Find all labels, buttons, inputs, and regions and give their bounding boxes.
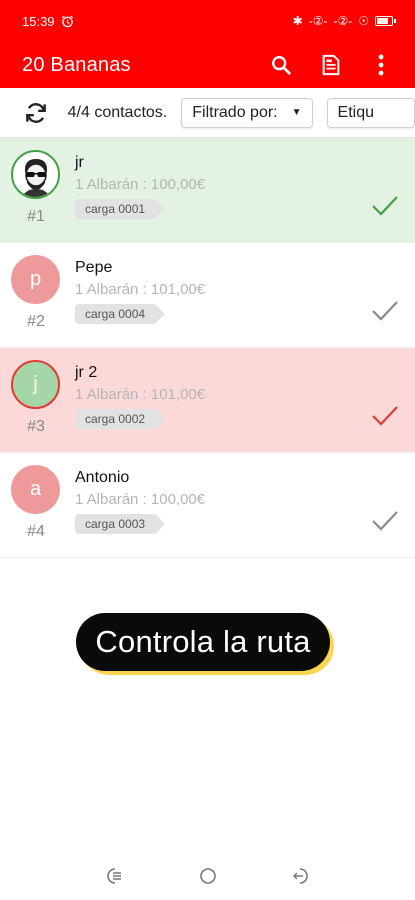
- contact-summary: 1 Albarán : 100,00€: [75, 491, 206, 508]
- stop-number: #2: [27, 313, 45, 330]
- contact-row[interactable]: j #3 jr 2 1 Albarán : 101,00€ carga 0002: [0, 348, 415, 453]
- app-title: 20 Bananas: [22, 53, 131, 76]
- app-bar: 15:39 ✱ -②- -②- ☉ 20 Bananas: [0, 0, 415, 88]
- contact-name: Pepe: [75, 259, 113, 276]
- status-icons: ✱ -②- -②- ☉: [292, 14, 396, 28]
- bluetooth-icon: ✱: [292, 14, 303, 28]
- promo-banner: Controla la ruta: [76, 613, 330, 671]
- signal-icon-2: -②-: [333, 14, 353, 28]
- avatar: a: [11, 465, 60, 514]
- contact-summary: 1 Albarán : 101,00€: [75, 386, 206, 403]
- status-time: 15:39: [22, 13, 55, 29]
- stop-number: #1: [27, 208, 45, 225]
- alarm-icon: [61, 15, 74, 28]
- load-tag: carga 0002: [75, 409, 166, 429]
- home-icon[interactable]: [198, 866, 218, 886]
- avatar: p: [11, 255, 60, 304]
- avatar: [11, 150, 60, 199]
- avatar: j: [11, 360, 60, 409]
- back-icon[interactable]: [290, 866, 310, 886]
- search-icon[interactable]: [269, 53, 293, 77]
- filter-dropdown-label: Filtrado por:: [192, 103, 278, 121]
- avatar-initial: a: [29, 478, 42, 500]
- contact-row[interactable]: p #2 Pepe 1 Albarán : 101,00€ carga 0004: [0, 243, 415, 348]
- filter-dropdown[interactable]: Filtrado por: ▼: [181, 97, 313, 128]
- tag-dropdown[interactable]: Etiqu: [326, 97, 415, 128]
- contact-row[interactable]: #1 jr 1 Albarán : 100,00€ carga 0001: [0, 138, 415, 243]
- stop-number: #3: [27, 418, 45, 435]
- filter-bar: 4/4 contactos. Filtrado por: ▼ Etiqu: [0, 88, 415, 138]
- caret-down-icon: ▼: [291, 107, 302, 118]
- stop-number: #4: [27, 523, 45, 540]
- check-icon[interactable]: [370, 190, 400, 220]
- contact-summary: 1 Albarán : 101,00€: [75, 281, 206, 298]
- contact-name: jr: [75, 154, 84, 171]
- contact-row[interactable]: a #4 Antonio 1 Albarán : 100,00€ carga 0…: [0, 453, 415, 558]
- battery-icon: [375, 16, 396, 26]
- check-icon[interactable]: [370, 505, 400, 535]
- load-tag: carga 0001: [75, 199, 166, 219]
- contact-summary: 1 Albarán : 100,00€: [75, 176, 206, 193]
- status-bar: 15:39 ✱ -②- -②- ☉: [0, 0, 415, 42]
- recents-icon[interactable]: [105, 866, 125, 886]
- check-icon[interactable]: [370, 400, 400, 430]
- contact-name: jr 2: [75, 364, 98, 381]
- contact-list: #1 jr 1 Albarán : 100,00€ carga 0001 p #…: [0, 138, 415, 558]
- signal-icon-1: -②-: [308, 14, 328, 28]
- tag-dropdown-label: Etiqu: [337, 103, 374, 121]
- load-tag: carga 0004: [75, 304, 166, 324]
- document-icon[interactable]: [319, 53, 343, 77]
- refresh-icon[interactable]: [22, 98, 50, 128]
- system-nav-bar: [0, 860, 415, 892]
- more-vert-icon[interactable]: [369, 53, 393, 77]
- person-icon: [13, 152, 58, 197]
- avatar-initial: j: [33, 373, 38, 395]
- promo-text: Controla la ruta: [95, 624, 311, 659]
- check-icon[interactable]: [370, 295, 400, 325]
- toolbar: 20 Bananas: [0, 42, 415, 88]
- avatar-initial: p: [29, 268, 42, 290]
- load-tag: carga 0003: [75, 514, 166, 534]
- contact-name: Antonio: [75, 469, 130, 486]
- contact-count: 4/4 contactos.: [67, 103, 168, 121]
- wifi-icon: ☉: [358, 14, 369, 28]
